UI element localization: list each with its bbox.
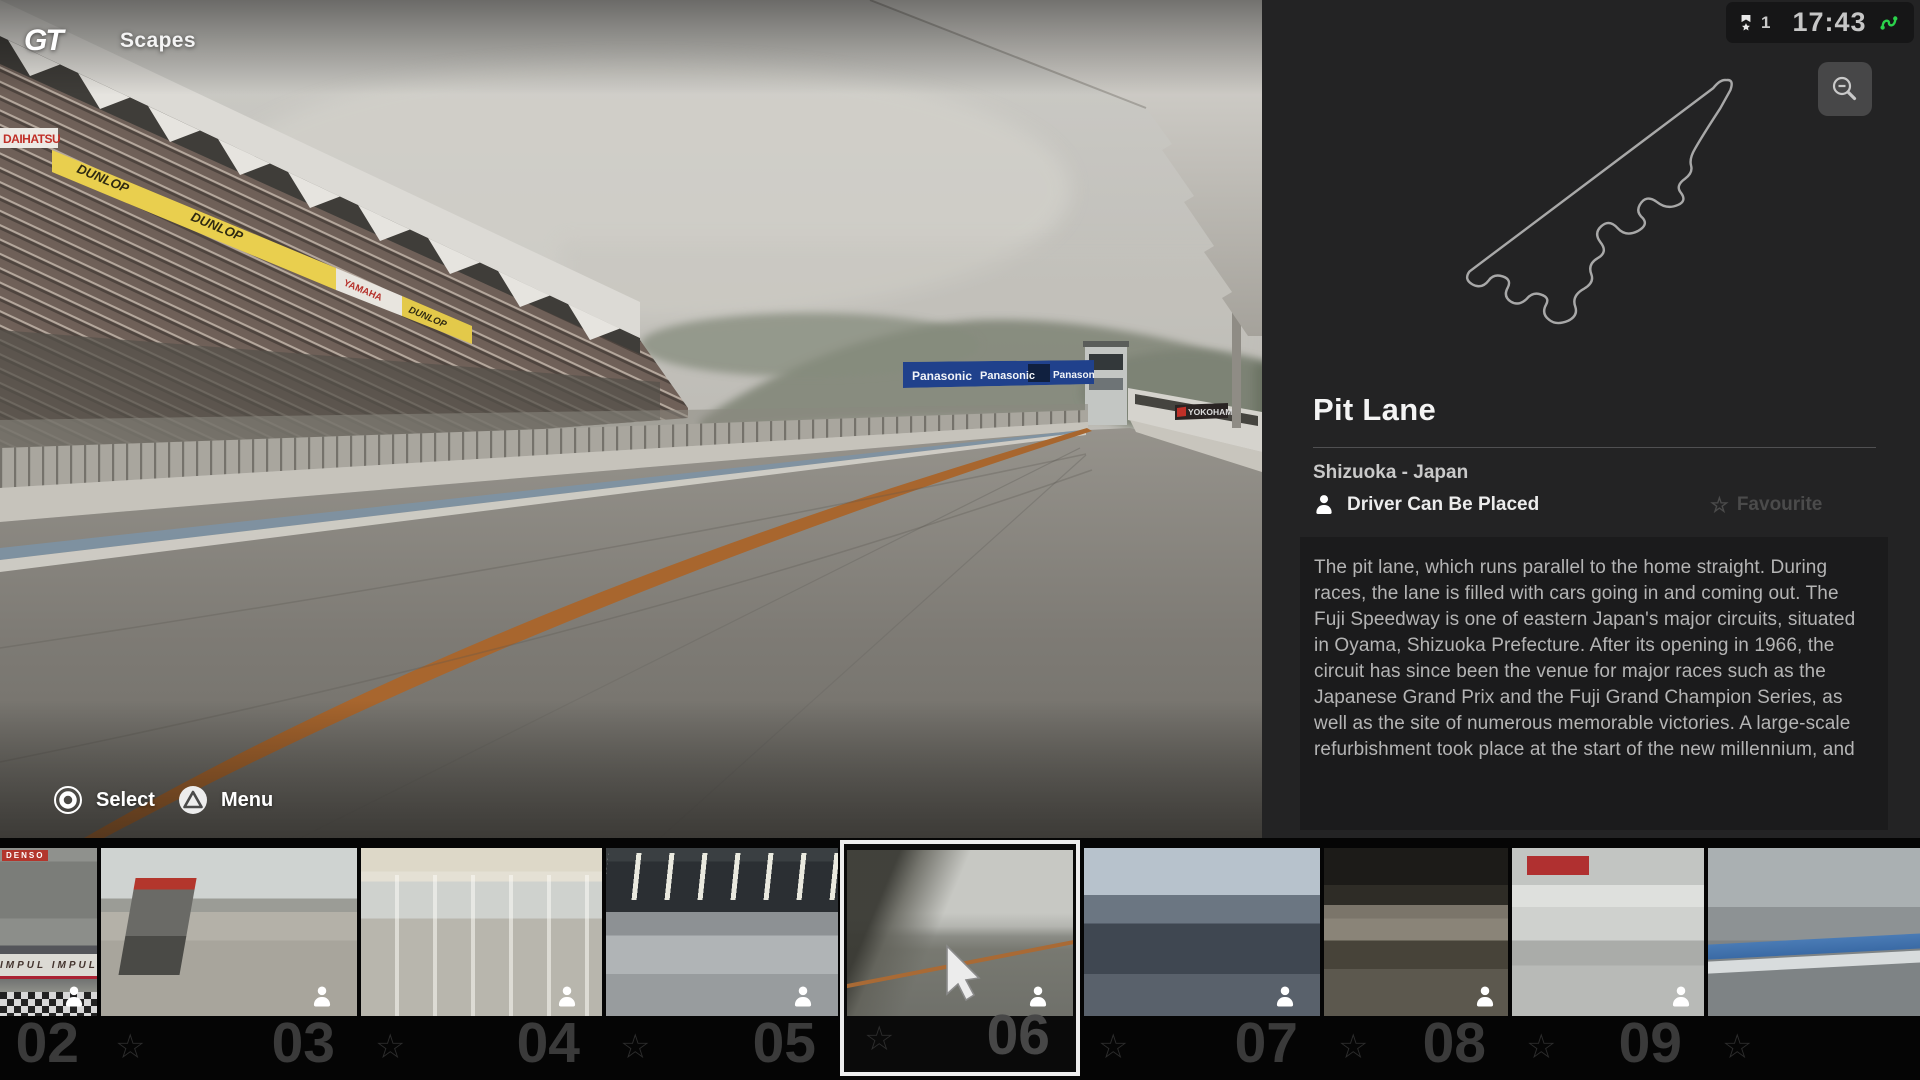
- location-title: Pit Lane: [1313, 392, 1436, 428]
- location-region: Shizuoka - Japan: [1313, 462, 1468, 484]
- mouse-cursor: [944, 944, 984, 1002]
- thumbnail-image-08: [1324, 848, 1508, 1016]
- thumbnail-image-02: DENSO IMPUL IMPUL: [0, 848, 97, 1016]
- menu-hint: Menu: [177, 784, 273, 816]
- driver-placeable-icon: [1275, 987, 1296, 1008]
- driver-placeable-icon: [557, 987, 578, 1008]
- thumbnail-number: 09: [1619, 1015, 1682, 1072]
- favourite-star-icon: ☆: [375, 1030, 405, 1064]
- driver-badge-label: Driver Can Be Placed: [1347, 494, 1539, 516]
- location-description: The pit lane, which runs parallel to the…: [1314, 555, 1874, 763]
- select-hint-label: Select: [96, 789, 155, 812]
- filmstrip-item-02[interactable]: DENSO IMPUL IMPUL 02: [0, 838, 97, 1080]
- thumbnail-number: 07: [1235, 1015, 1298, 1072]
- menu-hint-label: Menu: [221, 789, 273, 812]
- favourite-star-icon: ☆: [1338, 1030, 1368, 1064]
- thumbnail-image-05: [606, 848, 838, 1016]
- filmstrip-item-06-selected[interactable]: ☆ 06: [840, 840, 1080, 1076]
- driver-placeable-icon: [64, 987, 85, 1008]
- favourite-star-icon: ☆: [1710, 495, 1729, 516]
- thumbnail-image-03: [101, 848, 357, 1016]
- monument: [118, 878, 197, 975]
- red-signage: [1527, 856, 1588, 874]
- tower-window: [1089, 354, 1123, 370]
- yokohama-logo-mark: [1177, 407, 1186, 417]
- driver-placeable-badge: Driver Can Be Placed: [1313, 494, 1539, 516]
- filmstrip-item-09[interactable]: ☆ 09: [1512, 838, 1704, 1080]
- network-status-icon: [1879, 10, 1903, 36]
- filmstrip-item-04[interactable]: ☆ 04: [361, 838, 602, 1080]
- scapes-screen: YOKOHAMA Panasonic Panasonic Panasonic: [0, 0, 1920, 1080]
- page-title: Scapes: [120, 29, 196, 53]
- thumbnail-number: 03: [272, 1015, 335, 1072]
- zoom-out-button[interactable]: [1818, 62, 1872, 116]
- filmstrip: DENSO IMPUL IMPUL 02 ☆ 03 ☆ 04: [0, 838, 1920, 1080]
- thumbnail-image-07: [1084, 848, 1320, 1016]
- driver-placeable-icon: [1475, 987, 1496, 1008]
- bookmark-star-icon: [1738, 13, 1754, 33]
- magnifier-minus-icon: [1829, 73, 1861, 105]
- filmstrip-item-10[interactable]: ☆: [1708, 838, 1920, 1080]
- thumbnail-image-09: [1512, 848, 1704, 1016]
- favourite-star-icon: ☆: [1098, 1030, 1128, 1064]
- circle-button-icon: [52, 784, 84, 816]
- panasonic-banner: Panasonic Panasonic Panasonic: [903, 360, 1103, 388]
- select-hint: Select: [52, 784, 155, 816]
- track-map: [1440, 66, 1775, 358]
- location-info-panel: Pit Lane Shizuoka - Japan Driver Can Be …: [1262, 0, 1920, 838]
- driver-icon: [1314, 495, 1334, 515]
- thumbnail-image-04: [361, 848, 602, 1016]
- driver-placeable-icon: [793, 987, 814, 1008]
- sign-daihatsu: DAIHATSU: [3, 132, 60, 146]
- favourite-star-icon: ☆: [115, 1030, 145, 1064]
- favourite-label: Favourite: [1737, 494, 1823, 516]
- bottom-shade: [0, 700, 1262, 838]
- tower-window-lower: [1089, 378, 1123, 390]
- gt-logo: GT: [24, 24, 62, 58]
- favourite-star-icon: ☆: [1722, 1030, 1752, 1064]
- bookmark-count: 1: [1761, 13, 1770, 33]
- tower-roof: [1083, 341, 1129, 347]
- sign-yokohama: YOKOHAMA: [1188, 407, 1239, 417]
- pit-lane-photo: YOKOHAMA Panasonic Panasonic Panasonic: [0, 0, 1262, 838]
- thumbnail-number: 04: [517, 1015, 580, 1072]
- divider: [1313, 447, 1876, 448]
- filmstrip-item-08[interactable]: ☆ 08: [1324, 838, 1508, 1080]
- thumbnail-number: 02: [16, 1015, 79, 1072]
- filmstrip-item-07[interactable]: ☆ 07: [1084, 838, 1320, 1080]
- filmstrip-item-03[interactable]: ☆ 03: [101, 838, 357, 1080]
- status-bar: 1 17:43: [1726, 2, 1914, 43]
- sign-denso: DENSO: [2, 850, 48, 861]
- driver-placeable-icon: [1671, 987, 1692, 1008]
- driver-placeable-icon: [312, 987, 333, 1008]
- filmstrip-item-05[interactable]: ☆ 05: [606, 838, 838, 1080]
- favourite-star-icon: ☆: [620, 1030, 650, 1064]
- sign-panasonic-2: Panasonic: [980, 370, 1035, 382]
- thumbnail-number: 05: [753, 1015, 816, 1072]
- location-description-box: The pit lane, which runs parallel to the…: [1300, 537, 1888, 830]
- thumbnail-number: 08: [1423, 1015, 1486, 1072]
- scape-preview: YOKOHAMA Panasonic Panasonic Panasonic: [0, 0, 1262, 838]
- garage-lights: [606, 853, 838, 900]
- favourite-toggle[interactable]: ☆ Favourite: [1710, 494, 1822, 516]
- favourite-star-icon: ☆: [1526, 1030, 1556, 1064]
- sign-panasonic-1: Panasonic: [912, 369, 972, 383]
- thumbnail-image-10: [1708, 848, 1920, 1016]
- sign-impul: IMPUL IMPUL: [0, 954, 97, 979]
- favourite-star-icon: ☆: [864, 1022, 894, 1056]
- triangle-button-icon: [177, 784, 209, 816]
- clock: 17:43: [1792, 7, 1866, 38]
- thumbnail-number: 06: [987, 1007, 1050, 1064]
- controller-hints: Select Menu: [52, 784, 273, 816]
